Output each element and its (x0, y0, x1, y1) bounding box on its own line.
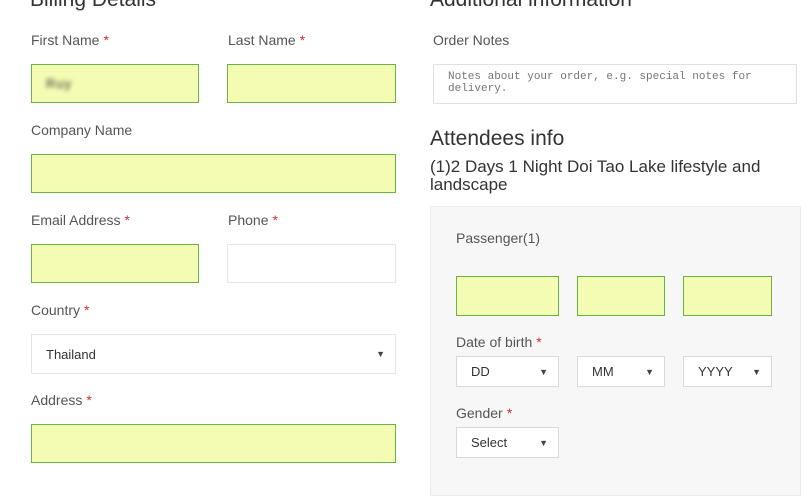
gender-select[interactable]: Select ▼ (456, 427, 559, 458)
company-name-label: Company Name (31, 122, 133, 138)
first-name-value: Ruy (46, 76, 73, 91)
dob-day-value: DD (471, 364, 490, 379)
triangle-down-icon: ▼ (539, 366, 548, 377)
required-marker: * (536, 334, 542, 350)
required-marker: * (86, 392, 92, 408)
required-marker: * (506, 405, 513, 421)
dob-year-value: YYYY (698, 364, 733, 379)
phone-label-text: Phone (228, 212, 269, 228)
required-marker: * (272, 212, 278, 228)
triangle-down-icon: ▼ (539, 437, 548, 448)
country-value: Thailand (46, 346, 96, 362)
last-name-label: Last Name * (228, 32, 305, 48)
order-notes-textarea[interactable] (433, 64, 797, 104)
billing-title: Billing Details (30, 0, 156, 12)
dob-month-select[interactable]: MM ▼ (577, 356, 665, 387)
country-label: Country * (31, 302, 89, 318)
phone-label: Phone * (228, 212, 278, 228)
email-label: Email Address * (31, 212, 130, 228)
required-marker: * (103, 32, 109, 48)
first-name-label-text: First Name (31, 32, 100, 48)
triangle-down-icon: ▼ (645, 366, 654, 377)
country-label-text: Country (31, 302, 81, 318)
gender-value: Select (471, 435, 508, 450)
company-name-field[interactable] (31, 154, 396, 193)
dob-year-select[interactable]: YYYY ▼ (683, 356, 772, 387)
dob-label-text: Date of birth (456, 334, 533, 350)
required-marker: * (299, 32, 306, 48)
triangle-down-icon: ▼ (376, 349, 385, 359)
email-label-text: Email Address (31, 212, 121, 228)
order-notes-label: Order Notes (433, 32, 510, 48)
first-name-label: First Name * (31, 32, 109, 48)
passenger-last-name-field[interactable] (577, 276, 665, 316)
country-select[interactable]: Thailand ▼ (31, 334, 396, 374)
email-field[interactable] (31, 244, 199, 283)
address-label: Address * (31, 392, 92, 408)
phone-field[interactable] (227, 244, 396, 283)
address-label-text: Address (31, 392, 83, 408)
dob-day-select[interactable]: DD ▼ (456, 356, 559, 387)
last-name-label-text: Last Name (228, 32, 296, 48)
dob-month-value: MM (592, 364, 614, 379)
passenger-first-name-field[interactable] (456, 276, 559, 316)
gender-label-text: Gender (456, 405, 503, 421)
required-marker: * (84, 302, 90, 318)
gender-label: Gender * (456, 405, 512, 421)
attendees-title: Attendees info (430, 127, 565, 150)
trip-title: (1)2 Days 1 Night Doi Tao Lake lifestyle… (430, 157, 761, 194)
triangle-down-icon: ▼ (752, 366, 761, 377)
additional-info-title: Additional information (430, 0, 632, 12)
first-name-field[interactable]: Ruy (31, 64, 199, 103)
required-marker: * (124, 212, 130, 228)
passenger-label: Passenger(1) (456, 230, 541, 246)
passenger-extra-field[interactable] (683, 276, 772, 316)
last-name-field[interactable] (227, 64, 396, 103)
dob-label: Date of birth * (456, 334, 542, 350)
address-field[interactable] (31, 424, 396, 463)
